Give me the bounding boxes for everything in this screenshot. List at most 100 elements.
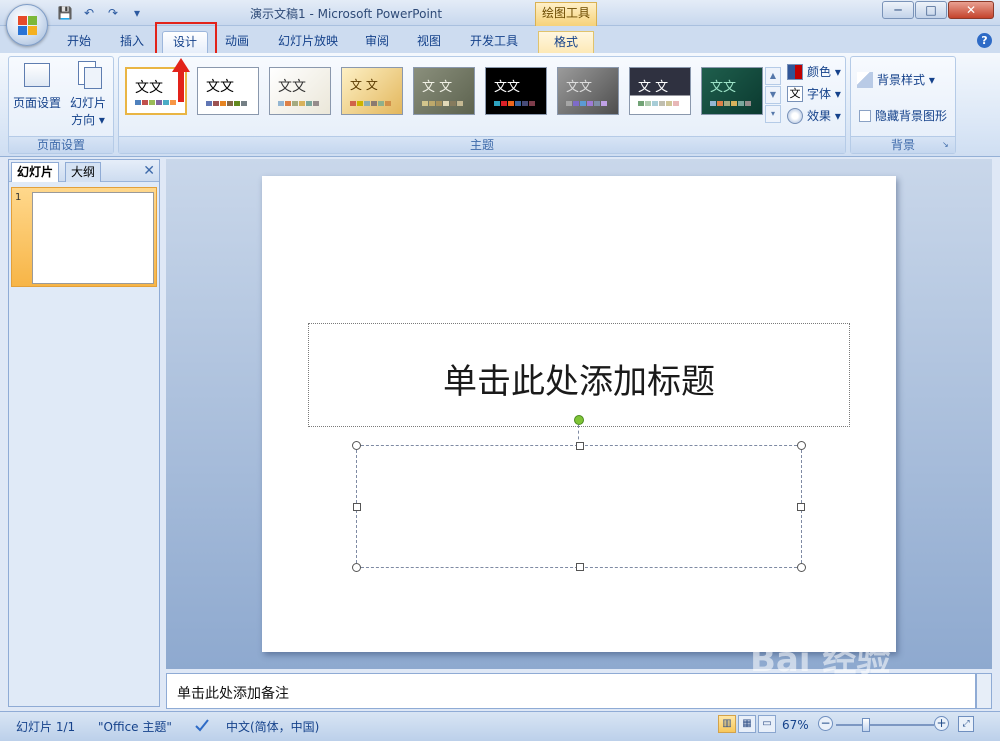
theme-color-swatches <box>566 101 607 106</box>
gallery-more-icon[interactable]: ▾ <box>765 105 781 123</box>
theme-sample-text: 文 文 <box>638 80 669 95</box>
page-setup-icon <box>21 61 53 91</box>
fit-to-window-icon[interactable]: ⤢ <box>958 716 974 732</box>
normal-view-icon[interactable]: ▥ <box>718 715 736 733</box>
rotation-handle[interactable] <box>574 415 584 425</box>
resize-handle-ne[interactable] <box>797 441 806 450</box>
theme-sample-text: 文文 <box>278 79 306 95</box>
slide-canvas[interactable]: 单击此处添加标题 <box>262 176 896 652</box>
theme-aspect[interactable]: 文文 <box>269 67 331 115</box>
theme-sample-text: 文文 <box>566 80 593 95</box>
theme-colors-button[interactable]: 颜色 ▾ <box>787 63 841 80</box>
theme-flow[interactable]: 文文 <box>557 67 619 115</box>
tab-review[interactable]: 审阅 <box>356 31 398 53</box>
qat-more-icon[interactable]: ▾ <box>128 4 146 22</box>
restore-button[interactable]: □ <box>915 1 947 19</box>
theme-equity[interactable]: 文文 <box>485 67 547 115</box>
ribbon: 页面设置 幻灯片 方向 ▾ 页面设置 文文 文文 文文 文 文 文 文 文文 文… <box>0 53 1000 157</box>
watermark-logo: Bai 经验 <box>750 640 891 680</box>
minimize-button[interactable]: ─ <box>882 1 914 19</box>
slide-sorter-view-icon[interactable]: ▦ <box>738 715 756 733</box>
theme-gallery-scroll: ▲ ▼ ▾ <box>765 67 781 123</box>
view-buttons: ▥ ▦ ▭ <box>718 715 776 733</box>
zoom-in-icon[interactable]: + <box>934 716 949 731</box>
resize-handle-n[interactable] <box>576 442 584 450</box>
page-setup-group-label: 页面设置 <box>9 136 113 153</box>
theme-sample-text: 文文 <box>494 80 521 95</box>
close-button[interactable]: ✕ <box>948 1 994 19</box>
slide-editing-area: 单击此处添加标题 <box>166 159 992 669</box>
tab-outline[interactable]: 大纲 <box>65 162 102 182</box>
resize-handle-s[interactable] <box>576 563 584 571</box>
theme-civic[interactable]: 文 文 <box>341 67 403 115</box>
redo-icon[interactable]: ↷ <box>104 4 122 22</box>
theme-foundry[interactable]: 文 文 <box>629 67 691 115</box>
spell-check-icon[interactable] <box>194 718 210 735</box>
hide-background-graphics-label: 隐藏背景图形 <box>875 109 948 123</box>
quick-access-toolbar: 💾 ↶ ↷ ▾ <box>56 4 146 22</box>
tab-home[interactable]: 开始 <box>58 31 100 53</box>
ribbon-tab-row: 开始 插入 设计 动画 幻灯片放映 审阅 视图 开发工具 格式 ? <box>0 26 1000 53</box>
dialog-launcher-icon[interactable]: ↘ <box>942 140 952 150</box>
theme-name-status[interactable]: "Office 主题" <box>98 718 172 735</box>
theme-sample-text: 文 文 <box>350 78 378 92</box>
resize-handle-se[interactable] <box>797 563 806 572</box>
tab-insert[interactable]: 插入 <box>111 31 153 53</box>
undo-icon[interactable]: ↶ <box>80 4 98 22</box>
paint-bucket-icon <box>857 71 873 88</box>
background-group: 背景样式 ▾ 隐藏背景图形 背景 ↘ <box>850 56 956 154</box>
theme-color-swatches <box>206 101 247 106</box>
theme-sample-text: 文文 <box>135 80 163 96</box>
close-icon[interactable]: ✕ <box>143 163 155 179</box>
background-styles-button[interactable]: 背景样式 ▾ <box>857 71 935 88</box>
zoom-level[interactable]: 67% <box>782 718 809 732</box>
slideshow-view-icon[interactable]: ▭ <box>758 715 776 733</box>
page-setup-button[interactable]: 页面设置 <box>13 61 61 111</box>
language-status[interactable]: 中文(简体，中国) <box>226 718 319 735</box>
resize-handle-e[interactable] <box>797 503 805 511</box>
resize-handle-nw[interactable] <box>352 441 361 450</box>
slide-thumbnail[interactable] <box>32 192 154 284</box>
theme-median[interactable]: 文文 <box>701 67 763 115</box>
zoom-out-icon[interactable]: − <box>818 716 833 731</box>
theme-sample-text: 文文 <box>710 80 737 95</box>
theme-effects-button[interactable]: 效果 ▾ <box>787 107 841 124</box>
window-title: 演示文稿1 - Microsoft PowerPoint <box>250 7 443 21</box>
hide-background-graphics-checkbox[interactable]: 隐藏背景图形 <box>859 107 947 124</box>
help-icon[interactable]: ? <box>977 33 992 48</box>
theme-apex[interactable]: 文文 <box>197 67 259 115</box>
resize-handle-sw[interactable] <box>352 563 361 572</box>
zoom-slider-track[interactable] <box>836 724 934 726</box>
tab-animation[interactable]: 动画 <box>216 31 258 53</box>
subtitle-placeholder[interactable] <box>352 441 806 572</box>
slide-thumbnail-row[interactable]: 1 <box>11 187 157 287</box>
background-group-label: 背景 <box>851 136 955 153</box>
save-icon[interactable]: 💾 <box>56 4 74 22</box>
gallery-scroll-down-icon[interactable]: ▼ <box>765 86 781 104</box>
theme-sample-text: 文文 <box>206 79 234 95</box>
theme-concourse[interactable]: 文 文 <box>413 67 475 115</box>
tab-format[interactable]: 格式 <box>538 31 594 53</box>
slide-orientation-label-2: 方向 ▾ <box>71 113 105 127</box>
tab-slides[interactable]: 幻灯片 <box>11 162 60 182</box>
title-bar: 💾 ↶ ↷ ▾ 演示文稿1 - Microsoft PowerPoint 绘图工… <box>0 0 1000 26</box>
theme-fonts-button[interactable]: 文 字体 ▾ <box>787 85 841 102</box>
theme-color-swatches <box>350 101 391 106</box>
slide-orientation-button[interactable]: 幻灯片 方向 ▾ <box>65 61 111 128</box>
theme-colors-label: 颜色 ▾ <box>807 65 841 79</box>
office-button[interactable] <box>6 4 48 46</box>
title-placeholder[interactable]: 单击此处添加标题 <box>308 323 850 427</box>
color-palette-icon <box>787 63 803 80</box>
zoom-slider-thumb[interactable] <box>862 718 870 732</box>
tab-developer[interactable]: 开发工具 <box>462 31 526 53</box>
theme-color-swatches <box>278 101 319 106</box>
resize-handle-w[interactable] <box>353 503 361 511</box>
gallery-scroll-up-icon[interactable]: ▲ <box>765 67 781 85</box>
tab-slideshow[interactable]: 幻灯片放映 <box>270 31 346 53</box>
effects-icon <box>787 107 803 124</box>
tab-view[interactable]: 视图 <box>408 31 450 53</box>
theme-sample-text: 文 文 <box>422 80 453 95</box>
checkbox-icon[interactable] <box>859 109 871 122</box>
notes-placeholder: 单击此处添加备注 <box>177 686 289 702</box>
notes-scrollbar[interactable] <box>976 673 992 709</box>
